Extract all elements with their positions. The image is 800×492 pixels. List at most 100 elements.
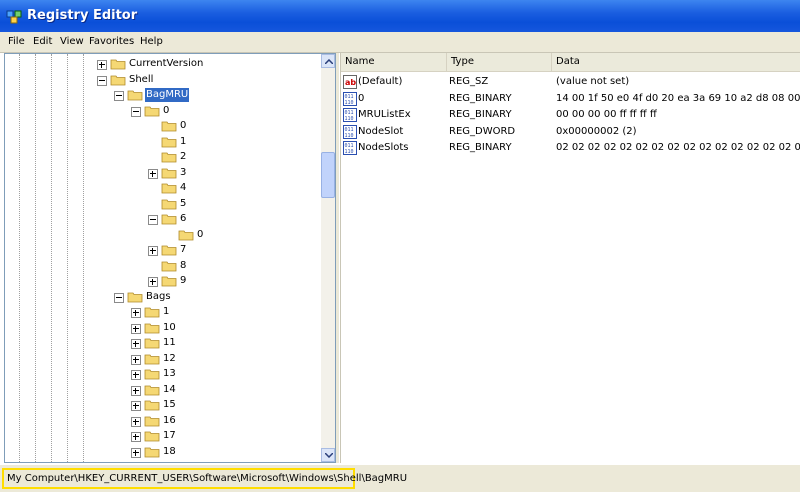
expand-plus-icon[interactable] [148,277,158,287]
chevron-up-icon [325,59,333,64]
value-row[interactable]: 011 110 0 REG_BINARY 14 00 1f 50 e0 4f d0 20… [341,91,800,107]
column-header-data[interactable]: Data [552,53,800,71]
value-name: (Default) [358,76,403,87]
expand-plus-icon[interactable] [97,60,107,70]
collapse-minus-icon[interactable] [114,292,124,303]
folder-icon [161,276,177,287]
expand-plus-icon[interactable] [131,401,141,411]
tree-node-label: 15 [163,399,176,410]
tree-node-label: 6 [180,213,187,224]
expand-plus-icon[interactable] [131,323,141,334]
column-header-name[interactable]: Name [341,53,447,71]
value-data: 14 00 1f 50 e0 4f d0 20 ea 3a 69 10 a2 d… [556,92,800,104]
open-folder-icon [144,106,160,116]
tree-node-label: 0 [180,120,187,131]
value-type: REG_BINARY [449,92,512,104]
tree-node-label: 13 [163,368,176,379]
string-value-icon: ab [343,75,357,89]
menu-favorites[interactable]: Favorites [89,36,134,47]
open-folder-icon [161,214,177,225]
tree-guide-line [35,54,36,462]
collapse-minus-icon[interactable] [131,106,141,117]
binary-value-icon: 011110 [343,108,357,122]
key-tree-pane[interactable]: CurrentVersion Shell BagMRU 0 0 1 2 3 4 5 6 0 7 8 9 Bag… [4,53,336,463]
status-bar: My Computer\HKEY_CURRENT_USER\Software\M… [0,465,800,492]
folder-icon [161,261,177,271]
collapse-minus-icon[interactable] [148,215,158,225]
value-data: 0x00000002 (2) [556,125,637,137]
tree-node-label: 9 [180,275,187,286]
tree-node-label: 3 [180,166,187,178]
expand-plus-icon[interactable] [131,385,141,396]
tree-node-label: CurrentVersion [129,58,204,69]
folder-icon [161,152,177,163]
menu-file[interactable]: File [8,36,25,47]
tree-node-label: 11 [163,337,176,348]
svg-text:110: 110 [345,100,354,106]
scroll-thumb[interactable] [321,152,335,198]
tree-guide-line [51,54,52,462]
tree-node-label: 5 [180,197,187,209]
value-data: 00 00 00 00 ff ff ff ff [556,109,657,120]
tree-node-label: 18 [163,445,176,457]
value-data: (value not set) [556,76,630,87]
folder-icon [144,369,160,380]
value-row[interactable]: 011 110 NodeSlots REG_BINARY 02 02 02 02 02 … [341,140,800,156]
folder-icon [161,168,177,178]
folder-icon [144,338,160,349]
folder-icon [144,307,160,318]
tree-node-label: 8 [180,259,187,271]
value-type: REG_BINARY [449,142,512,153]
tree-node-label: 1 [180,135,187,147]
folder-icon [110,59,126,70]
open-folder-icon [127,90,143,101]
window-title: Registry Editor [27,8,138,23]
menu-help[interactable]: Help [140,36,163,47]
value-type: REG_DWORD [449,125,516,137]
column-header-type[interactable]: Type [447,53,552,71]
folder-icon [144,431,160,442]
folder-icon [144,447,160,457]
expand-plus-icon[interactable] [148,246,158,256]
value-list-pane[interactable]: Name Type Data ab (Default) REG_SZ (value n… [340,53,800,463]
svg-text:110: 110 [345,133,354,139]
folder-icon [178,230,194,240]
menu-view[interactable]: View [60,36,84,47]
tree-node-label: 10 [163,321,176,333]
expand-plus-icon[interactable] [131,339,141,349]
scroll-up-button[interactable] [321,54,335,68]
highlighted-key-path: My Computer\HKEY_CURRENT_USER\Software\M… [2,468,407,489]
value-type: REG_BINARY [449,109,512,120]
tree-node-label: 16 [163,414,176,426]
value-row[interactable]: ab (Default) REG_SZ (value not set) [341,74,800,90]
collapse-minus-icon[interactable] [114,91,124,101]
value-row[interactable]: 011 110 NodeSlot REG_DWORD 0x00000002 (2) [341,124,800,140]
expand-plus-icon[interactable] [131,370,141,380]
menu-bar: File Edit View Favorites Help [0,32,800,53]
folder-icon [144,385,160,395]
value-type: REG_SZ [449,76,489,87]
title-bar[interactable]: Registry Editor [0,0,800,32]
folder-icon [144,416,160,426]
expand-plus-icon[interactable] [148,168,158,179]
tree-node-label: 12 [163,352,176,364]
pane-splitter[interactable] [336,53,339,463]
tree-guide-line [83,54,84,462]
expand-plus-icon[interactable] [131,308,141,318]
status-path: My Computer\HKEY_CURRENT_USER\Software\M… [7,473,408,484]
menu-edit[interactable]: Edit [33,36,52,47]
expand-plus-icon[interactable] [131,432,141,442]
collapse-minus-icon[interactable] [97,75,107,86]
expand-plus-icon[interactable] [131,354,141,365]
tree-vertical-scrollbar[interactable] [321,54,335,462]
binary-value-icon: 011110 [343,91,357,106]
registry-editor-icon [6,10,22,24]
expand-plus-icon[interactable] [131,447,141,458]
value-row[interactable]: 011 110 MRUListEx REG_BINARY 00 00 00 00 ff … [341,107,800,123]
tree-node-label: 14 [163,383,176,395]
folder-icon [161,245,177,256]
tree-node-label: 7 [180,244,187,255]
scroll-down-button[interactable] [321,448,335,462]
expand-plus-icon[interactable] [131,416,141,427]
tree-node-label: 17 [163,430,176,441]
